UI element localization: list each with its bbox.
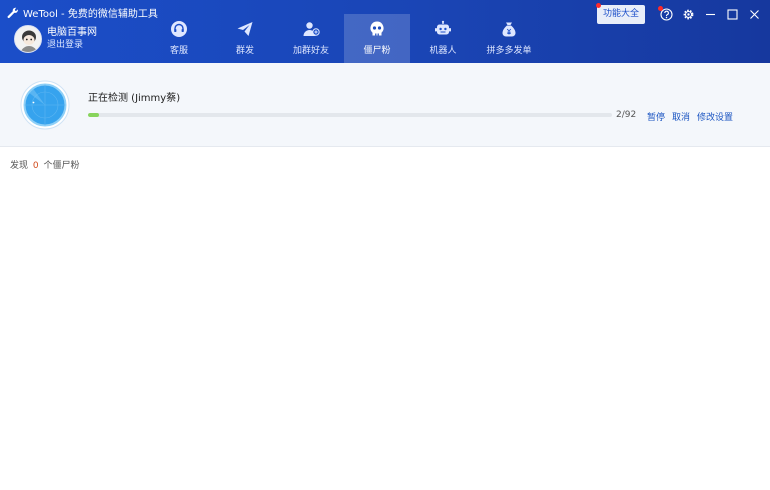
cancel-button[interactable]: 取消 [672,110,690,123]
tab-label: 僵尸粉 [363,46,391,56]
app-title: WeTool - 免费的微信辅助工具 [7,5,158,20]
app-title-text: WeTool - 免费的微信辅助工具 [23,9,158,20]
tab-group-friends[interactable]: 加群好友 [278,14,344,63]
wrench-icon [7,7,18,18]
tab-broadcast[interactable]: 群发 [212,14,278,63]
progress-bar [88,113,612,117]
summary-prefix: 发现 [10,161,29,171]
help-button[interactable] [655,3,677,25]
progress-count: 2/92 [616,110,637,120]
user-profile[interactable]: 电脑百事网 退出登录 [14,25,97,53]
tab-label: 机器人 [429,46,457,56]
avatar[interactable] [14,25,42,53]
pause-button[interactable]: 暂停 [647,110,665,123]
logout-link[interactable]: 退出登录 [47,39,97,52]
money-bag-icon [502,22,516,37]
add-user-icon [303,22,320,36]
tab-label: 客服 [169,46,188,56]
close-icon [749,9,759,19]
maximize-button[interactable] [721,3,743,25]
gear-icon [683,9,693,19]
result-summary: 发现 0 个僵尸粉 [10,158,80,171]
paper-plane-icon [237,22,253,36]
tab-customer-service[interactable]: 客服 [146,14,212,63]
title-bar: WeTool - 免费的微信辅助工具 电脑百事网 退出登录 客服 群发 加群好友… [0,0,770,63]
robot-icon [435,20,451,35]
tab-robot[interactable]: 机器人 [410,14,476,63]
summary-suffix: 个僵尸粉 [43,161,80,171]
close-button[interactable] [743,3,765,25]
maximize-icon [726,8,738,20]
tab-label: 群发 [235,46,254,56]
tab-pinduoduo-orders[interactable]: 拼多多发单 [476,14,542,63]
features-button-label: 功能大全 [602,8,639,19]
progress-bar-fill [88,113,100,117]
detection-status-title: 正在检测 (Jimmy蔡) [88,93,181,104]
zombie-count: 0 [32,161,39,171]
modify-settings-button[interactable]: 修改设置 [697,110,733,123]
radar-scan-icon [20,80,70,130]
features-button[interactable]: 功能大全 [595,2,645,24]
notification-dot [658,6,663,11]
user-name: 电脑百事网 [47,27,97,38]
minimize-icon [705,13,715,15]
avatar-portrait-icon [15,26,41,52]
headset-icon [171,21,187,37]
tab-label: 加群好友 [292,46,329,56]
skull-icon [370,21,384,36]
tab-label: 拼多多发单 [486,46,532,56]
window-tools: 功能大全 [595,0,770,28]
minimize-button[interactable] [699,3,721,25]
main-nav: 客服 群发 加群好友 僵尸粉 机器人 拼多多发单 [146,14,542,63]
settings-button[interactable] [677,3,699,25]
detection-panel: 正在检测 (Jimmy蔡) 2/92 暂停 取消 修改设置 [0,63,770,147]
notification-dot [595,2,601,8]
tab-zombie-fans[interactable]: 僵尸粉 [344,14,410,63]
